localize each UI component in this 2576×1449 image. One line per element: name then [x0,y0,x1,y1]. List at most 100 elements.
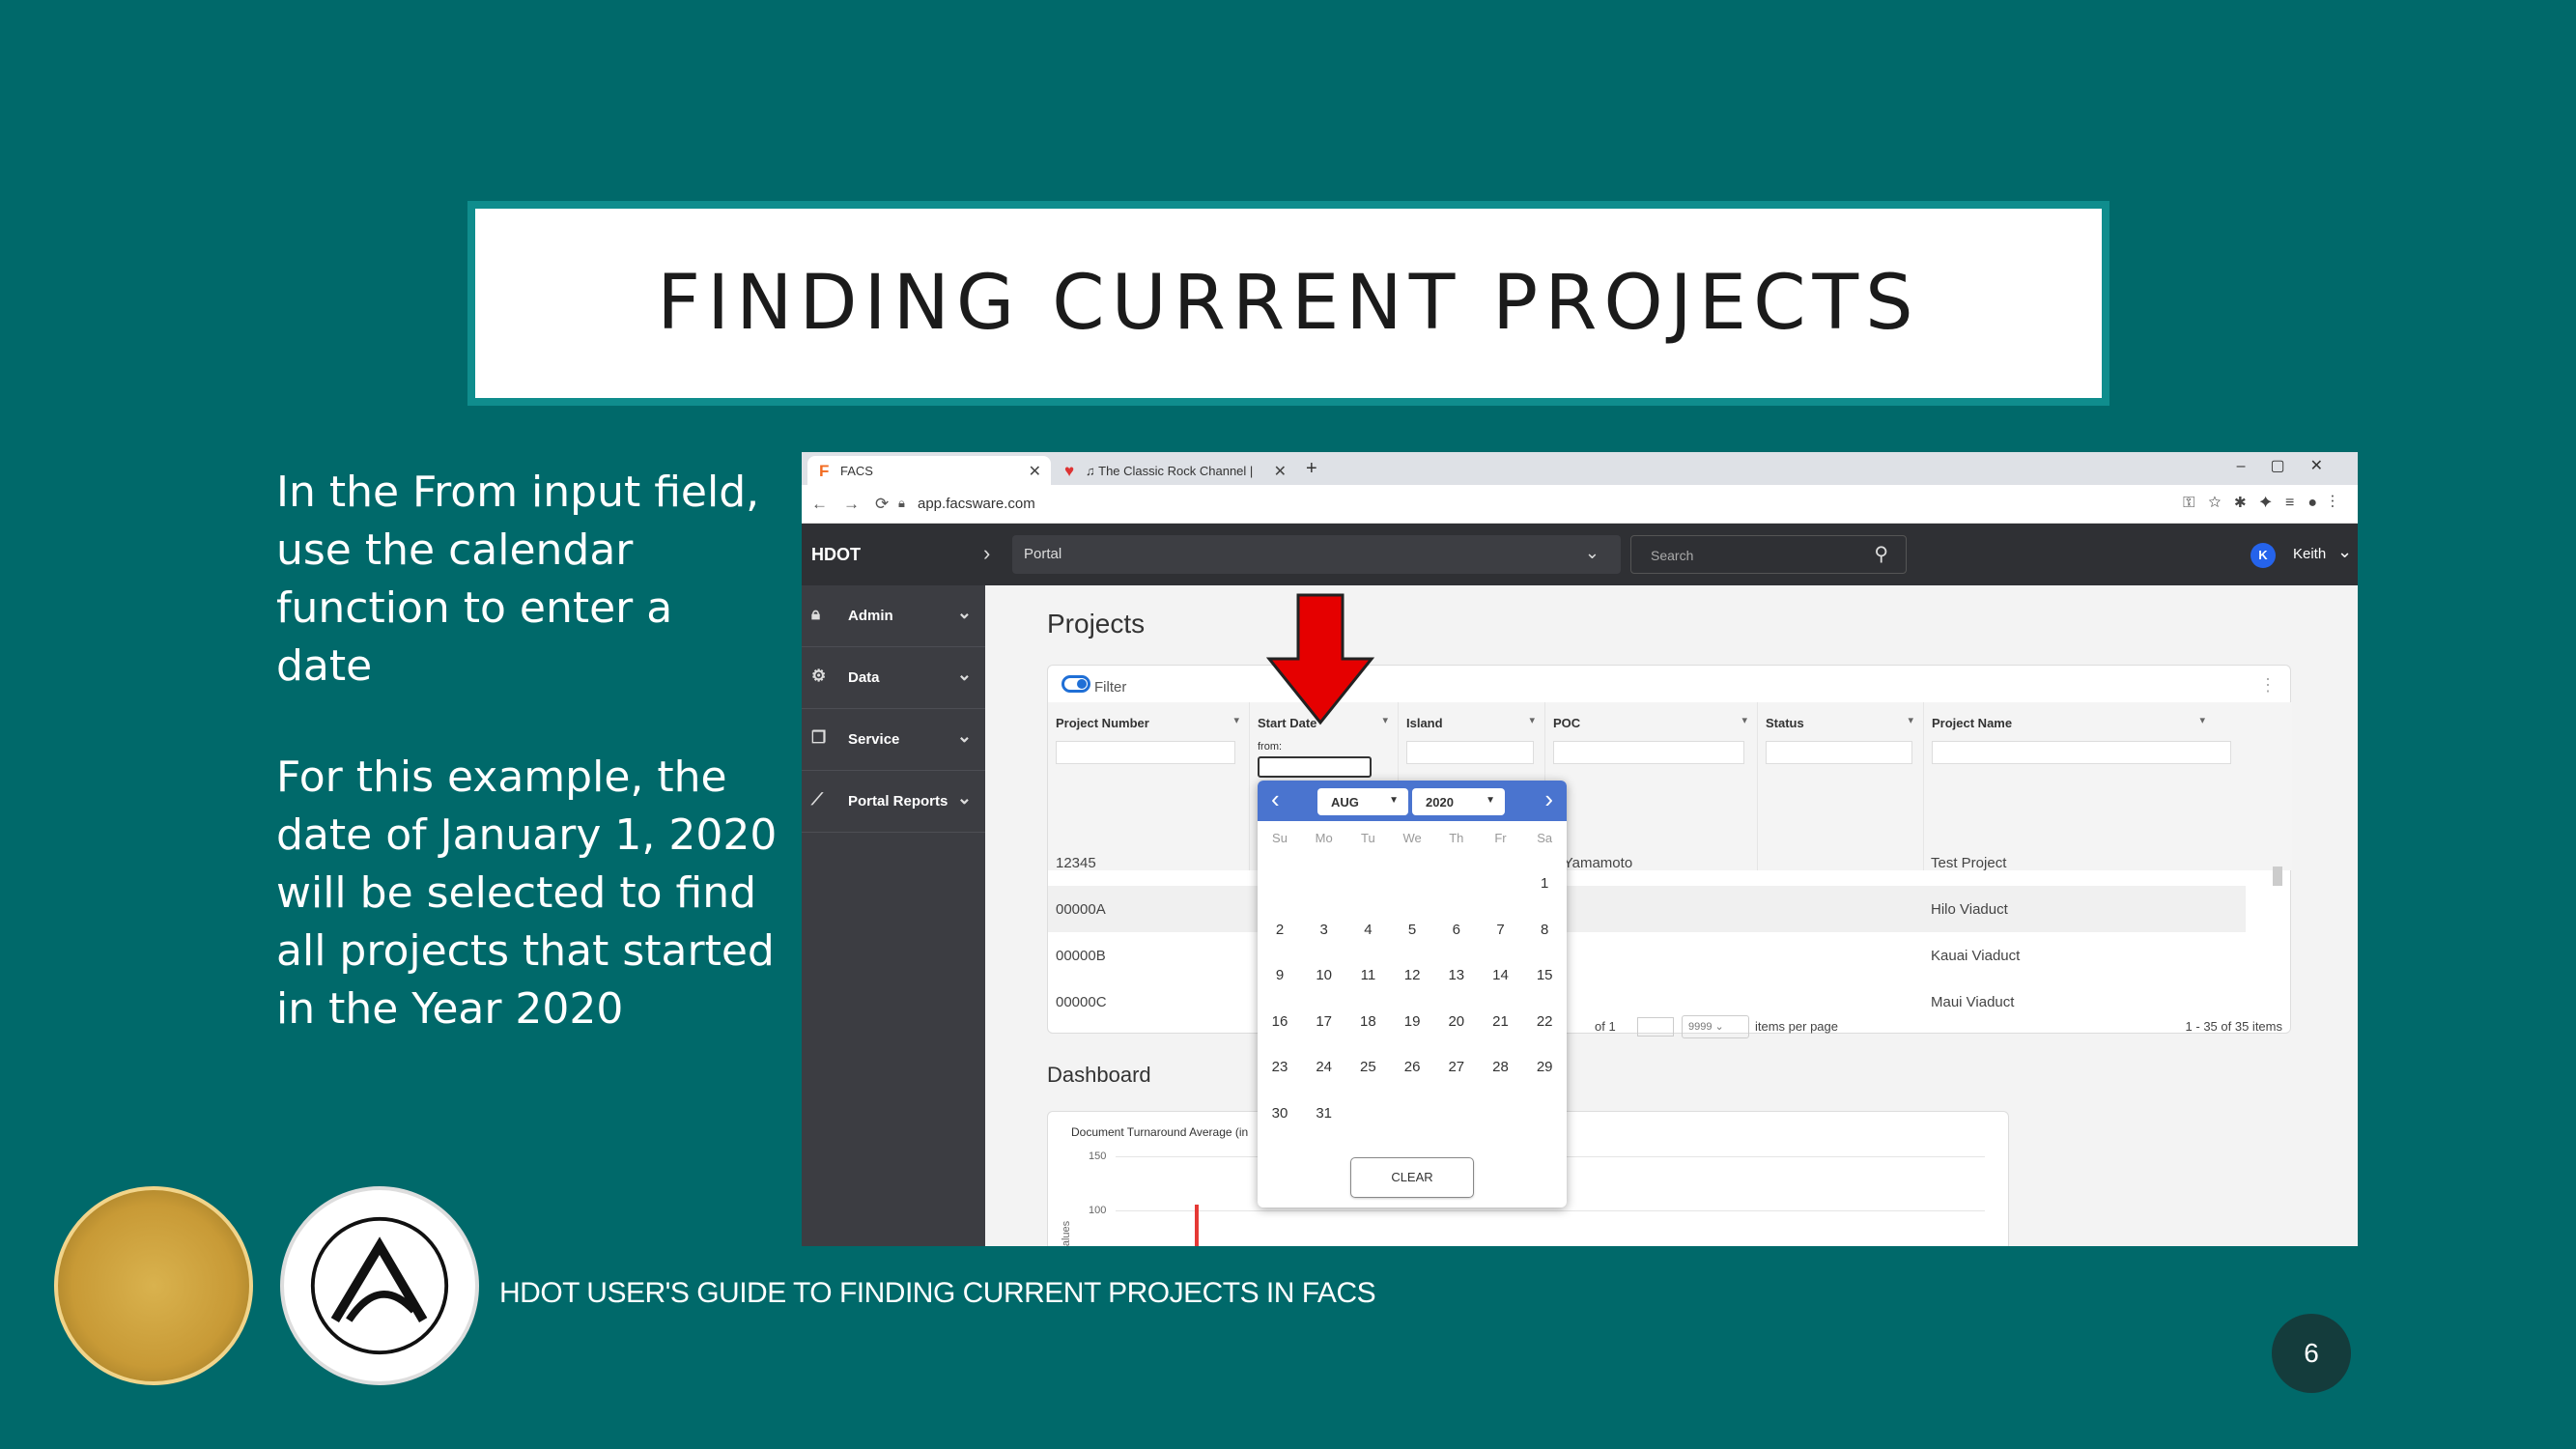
calendar-day[interactable]: 8 [1522,916,1567,945]
sidebar-item-data[interactable]: ⚙ Data ⌄ [802,647,985,709]
filter-toggle[interactable] [1062,675,1090,693]
sort-icon[interactable]: ▾ [1382,714,1388,726]
chevron-left-icon[interactable]: ‹ [1271,784,1280,814]
state-of-hawaii-seal [54,1186,253,1385]
close-tab-icon[interactable]: ✕ [1274,462,1287,481]
chevron-down-icon: ⌄ [956,726,972,746]
calendar-day[interactable]: 4 [1345,916,1390,945]
table-row[interactable]: 00000B Kauai Viaduct [1048,932,2246,979]
chevron-right-icon[interactable]: › [983,541,990,566]
avatar[interactable]: K [2250,543,2276,568]
calendar-day[interactable]: 18 [1345,1008,1390,1037]
table-scrollbar[interactable] [2273,849,2282,1019]
url-field[interactable]: app.facsware.com [918,496,1035,512]
table-row[interactable]: 00000A Hilo Viaduct [1048,886,2246,932]
calendar-day[interactable]: 6 [1434,916,1479,945]
project-name-filter[interactable] [1932,741,2231,764]
calendar-day[interactable]: 2 [1258,916,1302,945]
table-row[interactable]: 12345 ith Yamamoto Test Project [1048,839,2246,886]
calendar-day[interactable]: 12 [1390,961,1434,990]
calendar-day[interactable]: 15 [1522,961,1567,990]
chevron-down-icon: ⌄ [956,603,972,622]
red-arrow-icon [1265,593,1375,725]
portal-select-value: Portal [1024,546,1062,562]
nav-buttons[interactable]: ←→⟳ [811,495,904,514]
calendar-day[interactable]: 23 [1258,1053,1302,1082]
search-input[interactable]: Search ⚲ [1630,535,1907,574]
clear-button[interactable]: CLEAR [1350,1157,1474,1198]
calendar-day[interactable]: 3 [1302,916,1346,945]
sort-icon[interactable]: ▾ [1529,714,1535,726]
calendar-day[interactable]: 7 [1479,916,1523,945]
calendar-day[interactable]: 10 [1302,961,1346,990]
island-filter[interactable] [1406,741,1534,764]
status-filter[interactable] [1766,741,1912,764]
calendar-day[interactable]: 27 [1434,1053,1479,1082]
sort-icon[interactable]: ▾ [1908,714,1913,726]
calendar-day[interactable]: 31 [1302,1099,1346,1128]
y-tick: 150 [1089,1151,1107,1162]
cell-project-number: 00000C [1056,994,1107,1008]
more-options-icon[interactable]: ⋮ [2259,675,2277,696]
search-icon[interactable]: ⚲ [1874,542,1888,566]
calendar-day[interactable]: 5 [1390,916,1434,945]
from-date-input[interactable] [1258,756,1372,778]
sort-icon[interactable]: ▾ [2199,714,2205,726]
sort-icon[interactable]: ▾ [1741,714,1747,726]
pager-next-buttons[interactable] [1637,1017,1674,1037]
user-name[interactable]: Keith [2293,546,2326,562]
calendar-day[interactable]: 13 [1434,961,1479,990]
calendar-day[interactable]: 11 [1345,961,1390,990]
weekday-label: Sa [1537,831,1553,845]
calendar-day[interactable]: 29 [1522,1053,1567,1082]
browser-tab-facs[interactable]: F FACS ✕ [807,456,1051,485]
calendar-day[interactable]: 22 [1522,1008,1567,1037]
cell-project-number: 12345 [1056,855,1096,871]
calendar-day[interactable]: 1 [1522,869,1567,898]
page-size-select[interactable]: 9999 ⌄ [1682,1015,1749,1038]
calendar-day[interactable]: 9 [1258,961,1302,990]
sidebar-item-service[interactable]: ❐ Service ⌄ [802,709,985,771]
pager-items-label: items per page [1755,1019,1838,1034]
browser-tab-music[interactable]: ♥ ♫ The Classic Rock Channel | ✕ [1053,456,1296,485]
calendar-day[interactable]: 19 [1390,1008,1434,1037]
calendar-day[interactable]: 17 [1302,1008,1346,1037]
month-select[interactable]: AUG ▼ [1317,788,1408,815]
browser-tabstrip: F FACS ✕ ♥ ♫ The Classic Rock Channel | … [802,452,2358,485]
sidebar: 🔒︎ Admin ⌄ ⚙ Data ⌄ ❐ Service ⌄ ⟋ Portal Report… [802,585,985,1246]
pager: of 1 9999 ⌄ items per page 1 - 35 of 35 … [1048,1015,2290,1038]
calendar-day-selected[interactable]: 25 [1345,1053,1390,1082]
calendar-day[interactable]: 21 [1479,1008,1523,1037]
calendar-day[interactable]: 16 [1258,1008,1302,1037]
window-controls[interactable]: –▢✕ [2237,456,2348,475]
poc-filter[interactable] [1553,741,1744,764]
close-tab-icon[interactable]: ✕ [1029,462,1041,481]
portal-select[interactable]: Portal ⌄ [1012,535,1621,574]
table-row[interactable]: 00000C Maui Viaduct [1048,979,2246,1008]
column-label: Project Name [1932,716,2013,730]
pager-of: of 1 [1595,1019,1616,1034]
calendar-day[interactable]: 26 [1390,1053,1434,1082]
chevron-right-icon[interactable]: › [1544,784,1553,814]
sidebar-item-portal-reports[interactable]: ⟋ Portal Reports ⌄ [802,771,985,833]
sort-icon[interactable]: ▾ [1233,714,1239,726]
sidebar-item-admin[interactable]: 🔒︎ Admin ⌄ [802,585,985,647]
lock-icon: 🔒︎ [898,496,905,510]
scrollbar-thumb[interactable] [2273,867,2282,886]
tab-title: FACS [840,464,873,478]
extension-icons[interactable]: ⚿☆✱✦≡●⋮ [2183,495,2348,512]
year-select[interactable]: 2020 ▼ [1412,788,1505,815]
calendar-day[interactable]: 20 [1434,1008,1479,1037]
y-tick: 100 [1089,1205,1107,1216]
chevron-down-icon[interactable]: ⌄ [2337,542,2352,562]
project-number-filter[interactable] [1056,741,1235,764]
calendar-day[interactable]: 28 [1479,1053,1523,1082]
calendar-day[interactable]: 24 [1302,1053,1346,1082]
calendar-day[interactable]: 30 [1258,1099,1302,1128]
chart-bar [1195,1205,1199,1246]
tab-title: ♫ The Classic Rock Channel | [1086,464,1254,478]
new-tab-icon[interactable]: + [1306,458,1317,480]
weekday-label: Mo [1315,831,1333,845]
calendar-day[interactable]: 14 [1479,961,1523,990]
app-header: HDOT › Portal ⌄ Search ⚲ K Keith ⌄ [802,524,2358,585]
